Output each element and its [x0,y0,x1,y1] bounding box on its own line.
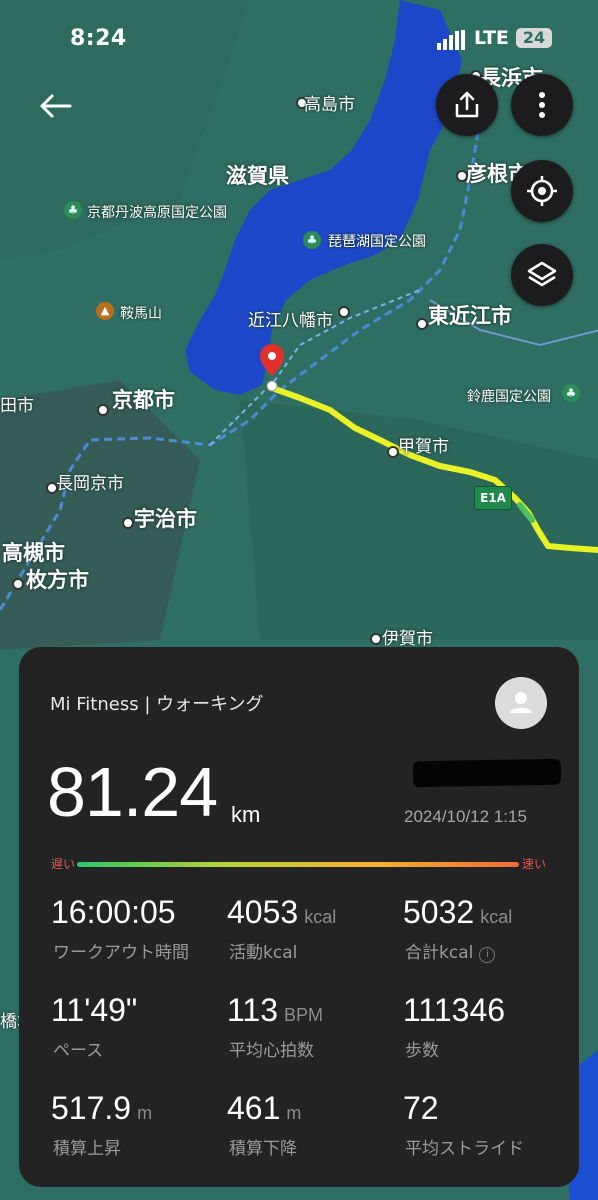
stat-label: 積算下降 [229,1139,297,1159]
stat-unit: kcal [480,907,513,927]
stat-label: 平均ストライド [405,1139,524,1159]
crosshair-location-icon [527,176,557,206]
map-label-takashima: 高島市 [304,95,355,115]
stat-value: 461 [227,1090,281,1126]
map-city-dot [416,318,428,330]
stat-total-kcal: 5032 kcal 合計kcal i [403,894,513,963]
stat-label-with-info: 合計kcal i [405,938,496,963]
map-label-koka: 甲賀市 [398,437,449,457]
stat-unit: BPM [284,1005,324,1025]
stat-steps: 111346 歩数 [403,992,511,1061]
battery-icon: 24 [516,28,552,48]
stat-unit: m [286,1103,302,1123]
back-arrow-icon[interactable] [36,88,76,124]
stat-workout-time: 16:00:05 ワークアウト時間 [51,894,189,963]
stat-label: 歩数 [405,1041,439,1061]
map-label-takatsuki: 高槻市 [2,541,65,565]
locate-button[interactable] [511,160,573,222]
stat-elevation-loss: 461 m 積算下降 [227,1090,302,1159]
signal-strength-icon [437,30,465,50]
stat-label: 活動kcal [229,943,298,963]
redacted-area [412,758,562,788]
mountain-icon: ▲ [96,302,114,320]
map-city-dot [97,404,109,416]
status-bar: 8:24 LTE 24 [0,24,598,58]
stat-elevation-gain: 517.9 m 積算上昇 [51,1090,153,1159]
map-label-higashiomi: 東近江市 [428,304,512,328]
pace-scale-fast: 速い [522,857,547,871]
highway-e1a-badge: E1A [474,486,512,510]
map-label-uji: 宇治市 [134,507,197,531]
stat-value: 111346 [403,992,506,1028]
distance-unit: km [231,802,261,827]
map-city-dot [122,517,134,529]
stat-label: ペース [53,1041,104,1061]
distance-value: 81.24 [47,753,218,831]
stat-label: 平均心拍数 [229,1041,314,1061]
map-label-edge-left: 田市 [0,396,34,416]
map-city-dot [370,633,382,645]
share-button[interactable] [436,74,498,136]
stat-heart-rate: 113 BPM 平均心拍数 [227,992,324,1061]
map-label-omihachiman: 近江八幡市 [248,311,333,331]
park-icon: ♣ [64,201,82,219]
layers-button[interactable] [511,244,573,306]
stat-value: 5032 [403,894,475,930]
map-label-shiga: 滋賀県 [226,164,289,188]
map-city-dot [338,306,350,318]
map-label-suzuka-park: 鈴鹿国定公園 [467,389,551,405]
stat-value: 113 [227,992,279,1028]
map-label-nagaokakyo: 長岡京市 [56,474,124,494]
workout-source: Mi Fitness | ウォーキング [50,694,264,715]
info-icon[interactable]: i [479,947,496,963]
park-icon: ♣ [303,231,321,249]
stat-value: 4053 [227,894,299,930]
stat-label: ワークアウト時間 [53,943,189,963]
workout-summary-card: Mi Fitness | ウォーキング 81.24 km 2024/10/12 … [19,647,579,1187]
status-time: 8:24 [70,26,127,51]
avatar[interactable] [495,677,547,729]
more-vertical-icon [539,92,545,118]
map-label-hirakata: 枚方市 [26,568,89,592]
map-city-dot [12,578,24,590]
share-icon [455,91,479,118]
more-options-button[interactable] [511,74,573,136]
stat-unit: m [137,1103,153,1123]
stat-value: 11'49" [51,992,138,1028]
map-label-kyoto: 京都市 [112,388,175,412]
workout-datetime: 2024/10/12 1:15 [404,807,527,826]
stat-value: 16:00:05 [51,894,176,930]
stat-avg-stride: 72 平均ストライド [403,1090,524,1159]
stat-value: 72 [403,1090,439,1126]
network-type: LTE [474,27,509,49]
park-icon: ♣ [562,384,580,402]
pace-scale-slow: 遅い [51,857,76,871]
stat-value: 517.9 [51,1090,132,1126]
map-label-iga: 伊賀市 [382,629,433,649]
layers-icon [527,261,557,287]
map-label-biwako-park: 琵琶湖国定公園 [328,234,426,250]
map-label-tanba-park: 京都丹波高原国定公園 [87,205,227,221]
stat-active-kcal: 4053 kcal 活動kcal [227,894,337,963]
stat-pace: 11'49" ペース [51,992,143,1061]
pace-gradient-bar [77,862,519,867]
stat-unit: kcal [304,907,337,927]
map-label-kurama: 鞍馬山 [120,306,162,322]
stat-label: 積算上昇 [53,1139,121,1159]
stat-label: 合計kcal [405,943,474,963]
user-icon [510,692,532,713]
